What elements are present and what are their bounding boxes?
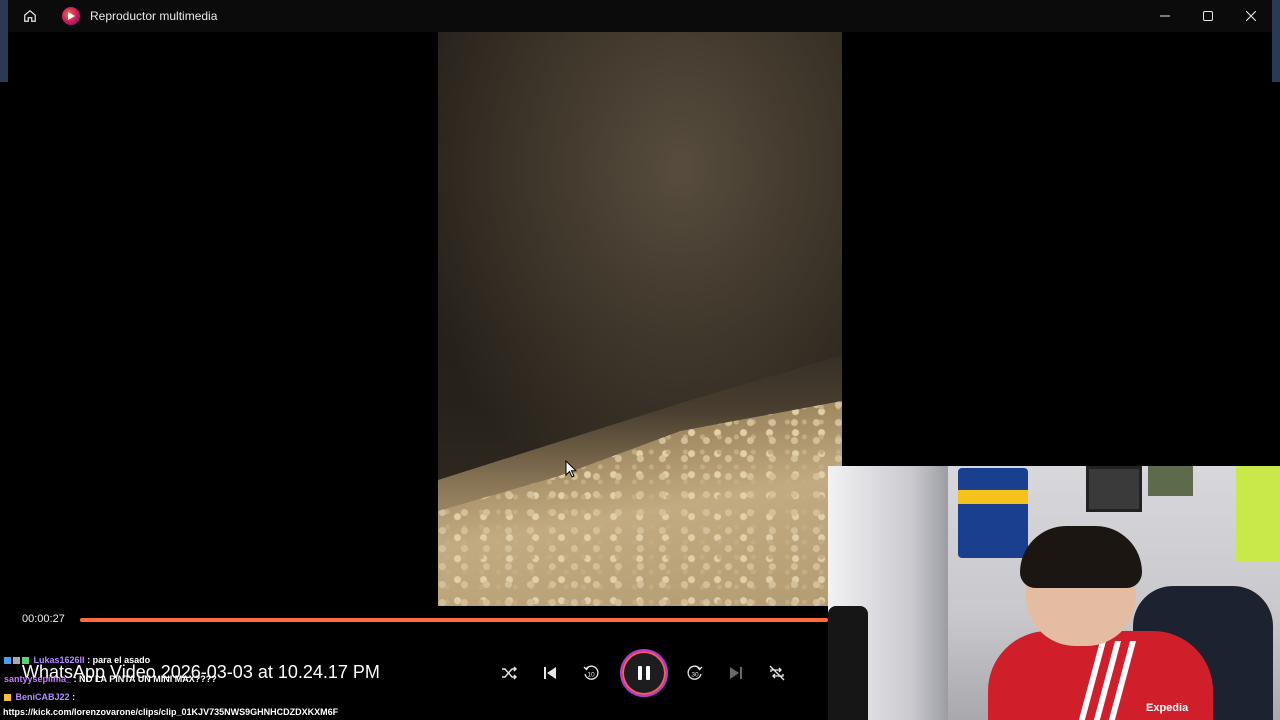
chat-text: : xyxy=(72,692,76,702)
forward-30-button[interactable]: 30 xyxy=(683,661,707,685)
background-right-edge xyxy=(1272,0,1280,82)
shirt-sponsor: Expedia xyxy=(1146,702,1189,714)
minimize-icon xyxy=(1159,15,1170,17)
clip-url: https://kick.com/lorenzovarone/clips/cli… xyxy=(0,704,443,720)
repeat-button[interactable] xyxy=(765,661,789,685)
previous-button[interactable] xyxy=(538,661,562,685)
title-bar: Reproductor multimedia xyxy=(8,0,1272,32)
chat-message: santyysepilma_ : NO LA PINTA UN MINI MAX… xyxy=(4,674,217,684)
wall-frame xyxy=(1148,466,1193,496)
forward-30-icon: 30 xyxy=(687,665,703,680)
chat-text: : NO LA PINTA UN MINI MAX???? xyxy=(73,674,217,684)
bottle xyxy=(828,606,868,720)
svg-text:10: 10 xyxy=(587,672,595,679)
close-button[interactable] xyxy=(1229,0,1272,32)
seek-bar[interactable] xyxy=(80,618,828,622)
seek-progress xyxy=(80,618,828,622)
maximize-button[interactable] xyxy=(1186,0,1229,32)
badge-icon xyxy=(4,694,11,702)
home-button[interactable] xyxy=(8,0,52,32)
pause-icon xyxy=(638,666,650,680)
mouse-cursor-icon xyxy=(565,460,577,478)
video-content-rock xyxy=(438,0,842,480)
background-left-edge xyxy=(0,0,8,82)
chat-username: Lukas1626ll xyxy=(33,655,85,665)
shuffle-button[interactable] xyxy=(497,661,521,685)
playback-controls: 10 30 xyxy=(497,649,806,697)
chat-username: santyysepilma_ xyxy=(4,674,72,684)
chat-message: BeniCABJ22 : xyxy=(4,692,75,702)
wall-frame xyxy=(1086,466,1142,512)
rewind-10-icon: 10 xyxy=(583,665,599,680)
next-icon xyxy=(730,667,742,679)
media-player-icon xyxy=(62,7,80,25)
wall-jersey-green xyxy=(1236,466,1280,561)
rewind-10-button[interactable]: 10 xyxy=(579,661,603,685)
chat-username: BeniCABJ22 xyxy=(15,692,70,702)
maximize-icon xyxy=(1202,11,1213,21)
app-title: Reproductor multimedia xyxy=(90,9,218,23)
badge-icon xyxy=(22,657,29,665)
pause-button[interactable] xyxy=(620,649,668,697)
close-icon xyxy=(1245,11,1256,21)
badge-icon xyxy=(4,657,11,665)
webcam-overlay: Expedia xyxy=(828,466,1280,720)
home-icon xyxy=(24,9,36,22)
chat-text: : para el asado xyxy=(87,655,151,665)
repeat-off-icon xyxy=(769,665,785,681)
streamer-hair xyxy=(1020,526,1142,588)
chat-message: Lukas1626ll : para el asado xyxy=(4,655,150,665)
svg-text:30: 30 xyxy=(691,672,699,679)
minimize-button[interactable] xyxy=(1143,0,1186,32)
next-button[interactable] xyxy=(724,661,748,685)
previous-icon xyxy=(544,667,556,679)
shuffle-icon xyxy=(502,666,517,680)
video-frame[interactable] xyxy=(438,0,842,606)
badge-icon xyxy=(13,657,20,665)
current-time: 00:00:27 xyxy=(22,613,65,625)
window-controls xyxy=(1143,0,1272,32)
wall-jersey-blue xyxy=(958,468,1028,558)
